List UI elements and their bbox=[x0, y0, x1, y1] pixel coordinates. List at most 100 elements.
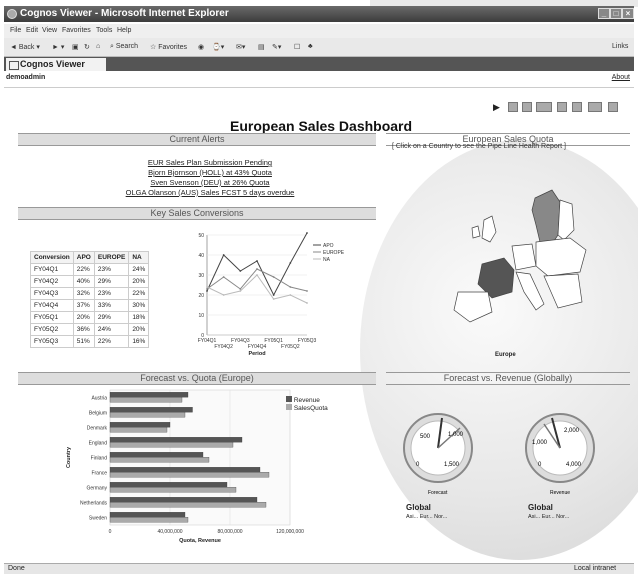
bar-revenue bbox=[109, 437, 243, 443]
options-icon[interactable] bbox=[608, 102, 618, 112]
menu-bar: File Edit View Favorites Tools Help bbox=[4, 24, 634, 38]
forward-report-icon[interactable] bbox=[522, 102, 532, 112]
alert-link[interactable]: OLGA Olanson (AUS) Sales FCST 5 days ove… bbox=[110, 188, 310, 197]
y-tick-label: 40 bbox=[198, 253, 204, 259]
back-report-icon[interactable] bbox=[508, 102, 518, 112]
data-point bbox=[272, 298, 275, 300]
x-axis-title: Quota, Revenue bbox=[179, 538, 221, 544]
links-button[interactable]: Links bbox=[612, 43, 628, 50]
map-uk[interactable] bbox=[481, 215, 497, 243]
maximize-button[interactable]: □ bbox=[610, 8, 622, 19]
legend-label: Nor... bbox=[434, 514, 448, 520]
menu-favorites[interactable]: Favorites bbox=[62, 27, 91, 34]
table-cell: 22% bbox=[128, 287, 150, 300]
alert-link[interactable]: Sven Svenson (DEU) at 26% Quota bbox=[110, 178, 310, 187]
map-balkans[interactable] bbox=[543, 273, 583, 309]
y-tick-label: 50 bbox=[198, 233, 204, 239]
forecast-quota-header: Forecast vs. Quota (Europe) bbox=[18, 372, 376, 385]
favorites-label: Favorites bbox=[158, 44, 188, 51]
series-line-europe bbox=[206, 268, 308, 292]
y-axis-title: Country bbox=[66, 446, 72, 468]
legend-label: Eur... bbox=[541, 514, 555, 520]
forward-button[interactable]: ► ▾ bbox=[52, 43, 64, 51]
back-label: Back bbox=[18, 44, 35, 51]
bar-salesquota bbox=[109, 427, 168, 433]
stop-icon[interactable]: ▣ bbox=[72, 43, 79, 51]
close-button[interactable]: × bbox=[622, 8, 634, 19]
menu-file[interactable]: File bbox=[10, 27, 21, 34]
map-central-europe[interactable] bbox=[535, 237, 587, 277]
alert-link[interactable]: EUR Sales Plan Submission Pending bbox=[110, 158, 310, 167]
gauge-legend: Asi... Eur... Nor... bbox=[406, 514, 447, 520]
data-point bbox=[222, 276, 225, 278]
mail-icon[interactable]: ✉▾ bbox=[236, 43, 245, 51]
bar-revenue bbox=[109, 392, 189, 398]
data-point bbox=[256, 268, 258, 270]
data-point bbox=[222, 294, 225, 296]
messenger-icon[interactable]: ♣ bbox=[308, 43, 313, 50]
conversions-header: Key Sales Conversions bbox=[18, 207, 376, 220]
menu-edit[interactable]: Edit bbox=[26, 27, 38, 34]
alert-link[interactable]: Bjorn Bjornson (HOLL) at 43% Quota bbox=[110, 168, 310, 177]
bar-revenue bbox=[109, 482, 228, 488]
media-icon[interactable]: ◉ bbox=[198, 43, 204, 51]
map-germany[interactable] bbox=[511, 243, 537, 271]
table-cell: 33% bbox=[93, 299, 130, 312]
map-label: Europe bbox=[495, 352, 516, 358]
alerts-header: Current Alerts bbox=[18, 133, 376, 146]
drill-icon[interactable] bbox=[536, 102, 552, 112]
map-iberia[interactable] bbox=[453, 291, 493, 323]
bar-salesquota bbox=[109, 472, 270, 478]
print-icon[interactable]: ▤ bbox=[258, 43, 265, 51]
gauge-legend: Asi... Eur... Nor... bbox=[528, 514, 569, 520]
table-row: FY05Q2 36% 24% 20% bbox=[30, 323, 150, 336]
table-cell: 29% bbox=[93, 311, 130, 324]
data-point bbox=[272, 276, 275, 278]
legend-label: SalesQuota bbox=[293, 405, 328, 412]
bar-salesquota bbox=[109, 442, 234, 448]
back-button[interactable]: ◄ Back ▾ bbox=[10, 43, 40, 51]
gauge-tick: 1,500 bbox=[444, 462, 460, 468]
bar-legend: Revenue SalesQuota bbox=[286, 396, 328, 412]
y-tick-label: France bbox=[91, 471, 107, 477]
about-link[interactable]: About bbox=[612, 74, 630, 81]
search-button[interactable]: ⌕ Search bbox=[110, 43, 138, 51]
menu-view[interactable]: View bbox=[42, 27, 57, 34]
edit-icon[interactable]: ✎▾ bbox=[272, 43, 281, 51]
keep-icon[interactable] bbox=[557, 102, 567, 112]
dashboard-title: European Sales Dashboard bbox=[230, 118, 413, 134]
tab-cognos-viewer[interactable]: Cognos Viewer bbox=[6, 58, 106, 71]
data-point bbox=[306, 290, 308, 292]
minimize-button[interactable]: _ bbox=[598, 8, 610, 19]
map-italy[interactable] bbox=[515, 271, 545, 311]
data-point bbox=[306, 232, 308, 234]
table-cell: 30% bbox=[128, 299, 150, 312]
y-tick-label: Finland bbox=[91, 456, 108, 462]
map-ireland[interactable] bbox=[471, 225, 481, 239]
refresh-icon[interactable]: ↻ bbox=[84, 43, 90, 51]
map-finland[interactable] bbox=[557, 199, 575, 241]
menu-help[interactable]: Help bbox=[117, 27, 131, 34]
history-icon[interactable]: ⌚▾ bbox=[212, 43, 224, 51]
view-icon[interactable] bbox=[588, 102, 602, 112]
home-icon[interactable]: ⌂ bbox=[96, 43, 100, 50]
data-point bbox=[239, 270, 242, 272]
ie-icon bbox=[7, 9, 17, 19]
data-point bbox=[289, 294, 292, 296]
discuss-icon[interactable]: ☐ bbox=[294, 43, 300, 51]
table-cell: 51% bbox=[72, 335, 95, 348]
table-cell: FY04Q1 bbox=[30, 263, 74, 276]
table-cell: FY04Q3 bbox=[30, 287, 74, 300]
data-point bbox=[306, 302, 308, 304]
series-line-apo bbox=[206, 232, 308, 297]
table-cell: 24% bbox=[128, 263, 150, 276]
data-point bbox=[256, 260, 258, 262]
table-row: FY05Q1 20% 29% 18% bbox=[30, 311, 150, 324]
run-icon[interactable]: ▶ bbox=[493, 102, 503, 112]
table-cell: 29% bbox=[93, 275, 130, 288]
table-cell: 40% bbox=[72, 275, 95, 288]
europe-map[interactable]: Europe bbox=[440, 180, 600, 360]
format-icon[interactable] bbox=[572, 102, 582, 112]
menu-tools[interactable]: Tools bbox=[96, 27, 112, 34]
favorites-button[interactable]: ☆ Favorites bbox=[150, 43, 187, 51]
